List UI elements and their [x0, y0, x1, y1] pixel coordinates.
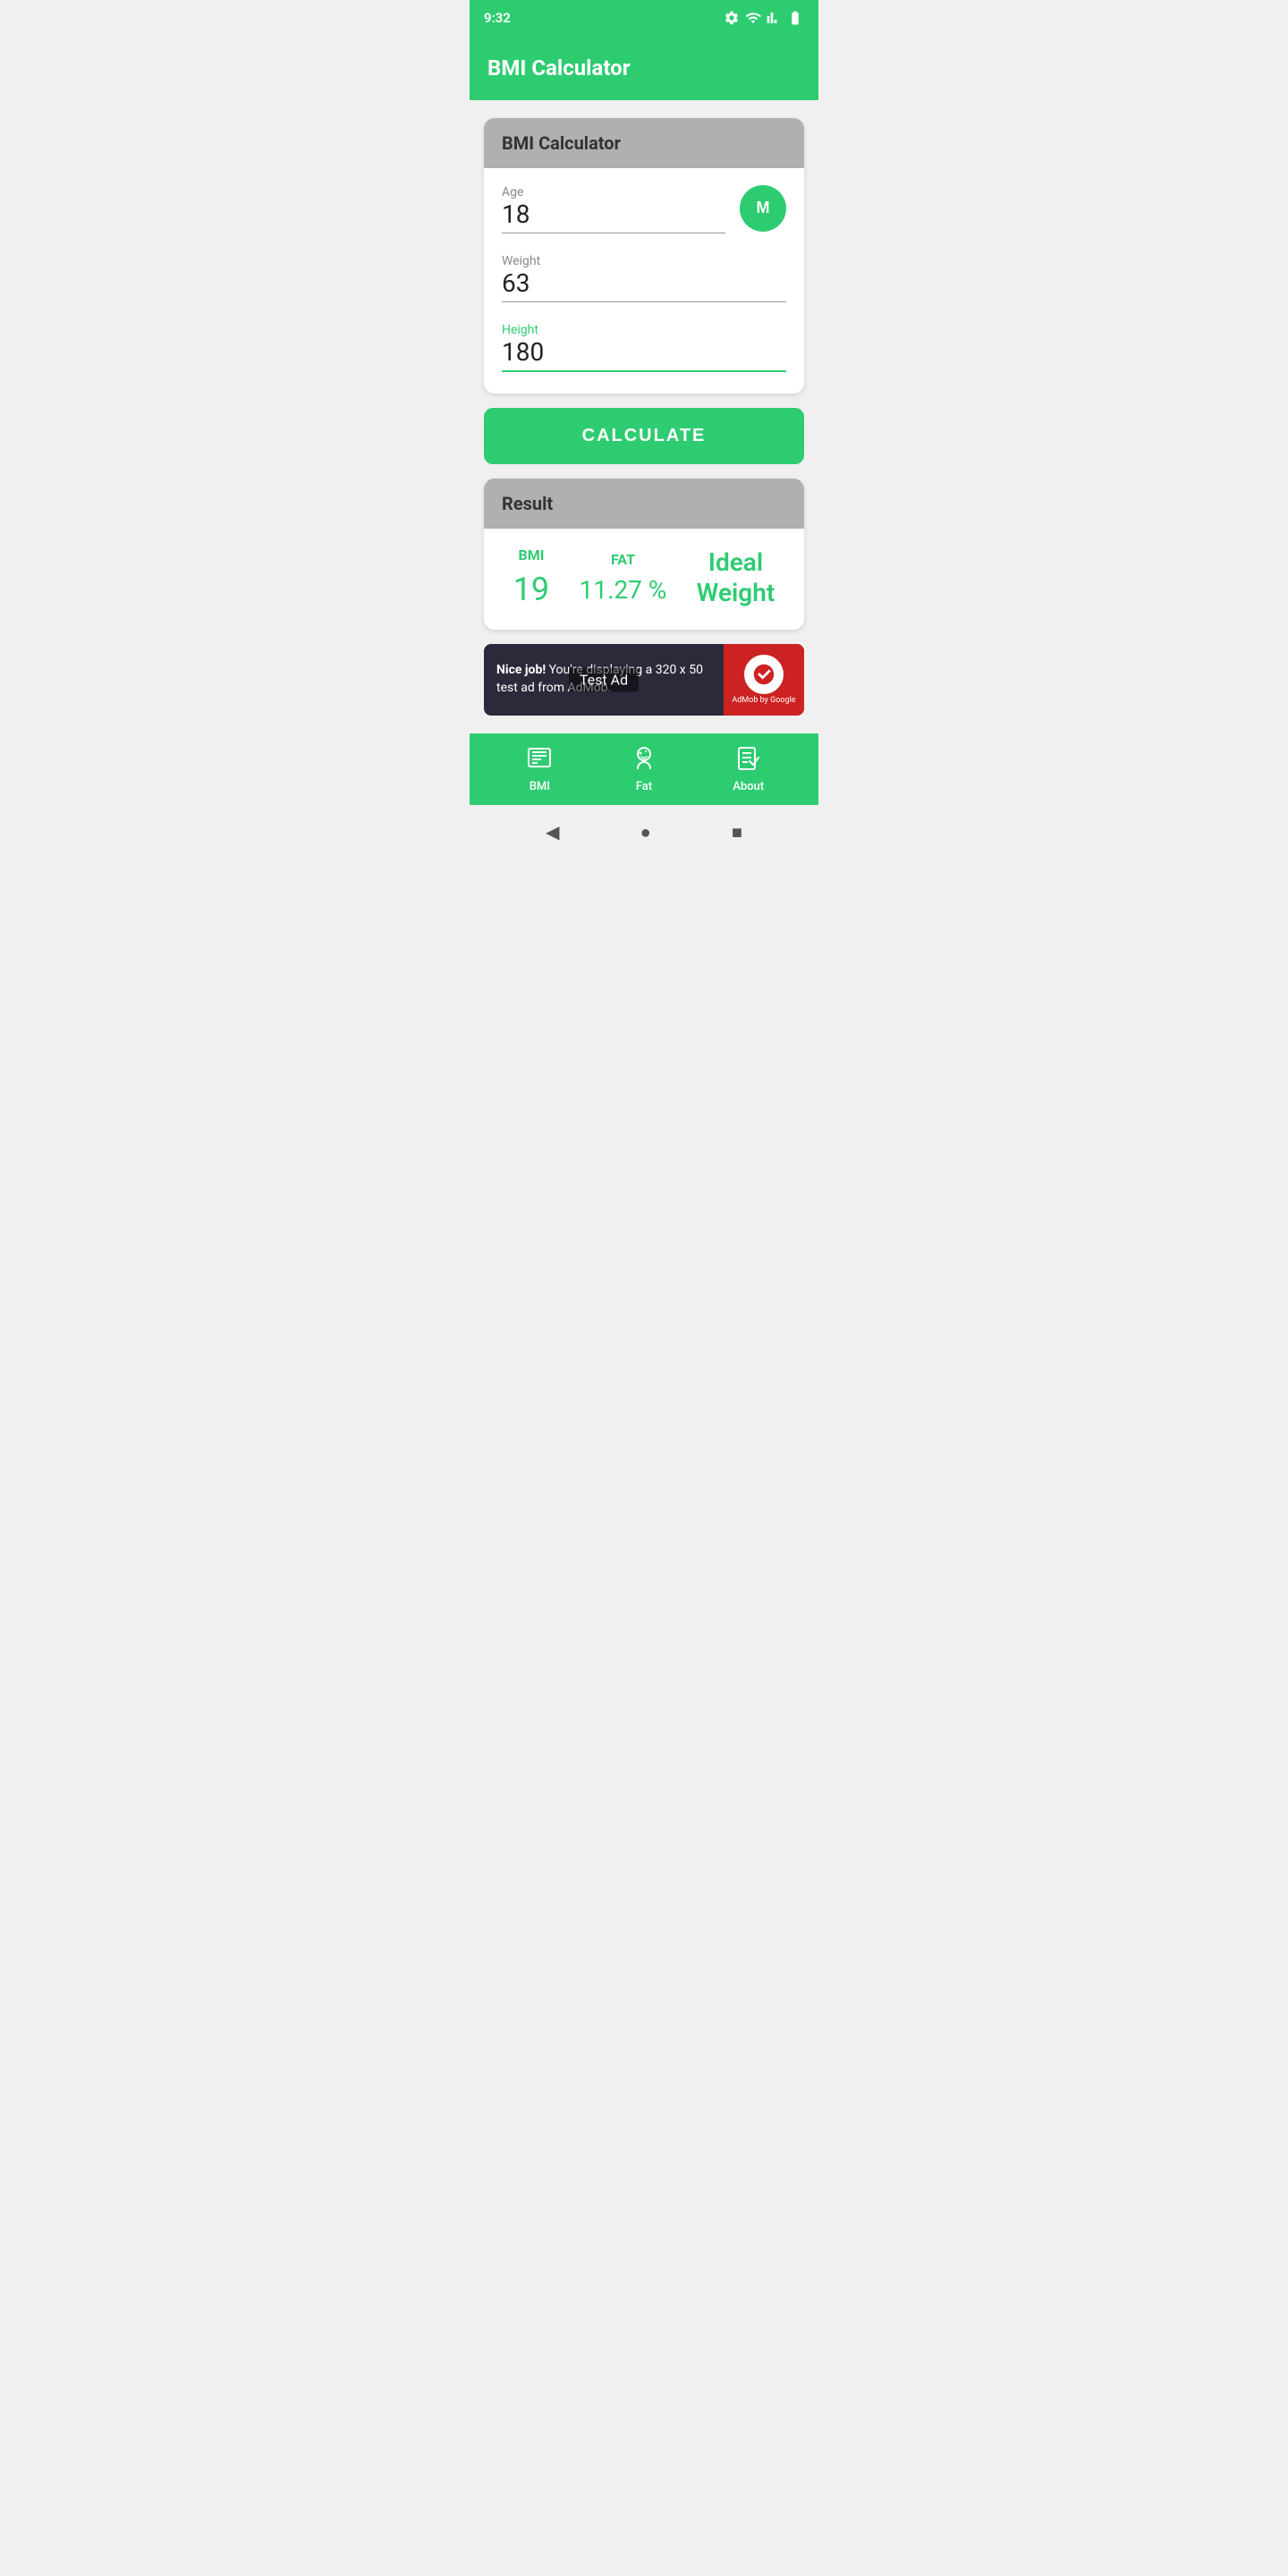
status-icons — [724, 10, 804, 26]
bmi-result-label: BMI — [518, 547, 544, 564]
age-field-row: Age 18 M — [502, 182, 786, 233]
battery-icon — [786, 10, 804, 26]
age-label: Age — [502, 185, 523, 199]
recent-button[interactable]: ■ — [732, 821, 742, 843]
calculate-button[interactable]: CALCULATE — [484, 408, 804, 464]
ad-badge: Test Ad — [569, 668, 639, 692]
gender-button[interactable]: M — [740, 185, 786, 232]
height-label: Height — [502, 323, 538, 337]
about-nav-label: About — [733, 780, 764, 793]
main-content: BMI Calculator Age 18 M Weight 63 — [470, 100, 818, 733]
fat-result-value: 11.27 % — [580, 575, 667, 605]
age-field-content: Age 18 — [502, 182, 725, 233]
age-value[interactable]: 18 — [502, 199, 725, 233]
signal-icon — [767, 10, 781, 26]
fat-nav-icon — [631, 745, 657, 776]
status-bar: 9:32 — [470, 0, 818, 36]
wifi-icon — [745, 10, 761, 26]
fat-nav-label: Fat — [636, 780, 652, 793]
status-time: 9:32 — [484, 10, 511, 26]
bmi-icon — [526, 745, 553, 772]
result-card-body: BMI 19 FAT 11.27 % IdealWeight — [484, 529, 804, 630]
result-card-title: Result — [502, 493, 553, 514]
result-card: Result BMI 19 FAT 11.27 % IdealWeight — [484, 479, 804, 630]
fat-icon — [631, 745, 657, 772]
bmi-result: BMI 19 — [513, 547, 549, 608]
ad-text-area: Test Ad Nice job! You're displaying a 32… — [484, 644, 724, 716]
settings-icon — [724, 10, 740, 26]
fat-result-label: FAT — [611, 551, 635, 568]
ad-nice-job: Nice job! — [496, 663, 546, 677]
app-bar: BMI Calculator — [470, 36, 818, 100]
weight-label: Weight — [502, 254, 540, 268]
bmi-nav-label: BMI — [530, 780, 550, 793]
ad-banner: Test Ad Nice job! You're displaying a 32… — [484, 644, 804, 716]
back-button[interactable]: ◀ — [546, 821, 559, 843]
weight-value[interactable]: 63 — [502, 268, 786, 302]
nav-item-bmi[interactable]: BMI — [487, 745, 592, 793]
home-button[interactable]: ● — [640, 821, 651, 843]
bmi-nav-icon — [526, 745, 553, 776]
admob-icon — [751, 662, 776, 687]
app-title: BMI Calculator — [487, 55, 631, 80]
bmi-calculator-card: BMI Calculator Age 18 M Weight 63 — [484, 118, 804, 394]
nav-item-fat[interactable]: Fat — [592, 745, 697, 793]
system-nav-bar: ◀ ● ■ — [470, 805, 818, 859]
ideal-result-label: IdealWeight — [697, 547, 775, 607]
calculator-card-body: Age 18 M Weight 63 Height 180 — [484, 168, 804, 394]
height-value[interactable]: 180 — [502, 337, 786, 372]
calculator-card-title: BMI Calculator — [502, 132, 621, 154]
ideal-result: IdealWeight — [697, 547, 775, 607]
fat-result: FAT 11.27 % — [580, 551, 667, 605]
age-field: Age 18 M — [502, 182, 786, 233]
height-field: Height 180 — [502, 320, 786, 372]
bmi-result-value: 19 — [513, 571, 549, 608]
calculator-card-header: BMI Calculator — [484, 118, 804, 168]
admob-circle — [744, 655, 784, 694]
admob-logo-area: AdMob by Google — [724, 644, 804, 716]
nav-item-about[interactable]: About — [696, 745, 801, 793]
bottom-nav: BMI Fat About — [470, 733, 818, 805]
weight-field: Weight 63 — [502, 251, 786, 302]
about-nav-icon — [735, 745, 762, 776]
about-icon — [735, 745, 762, 772]
admob-text: AdMob by Google — [732, 696, 795, 705]
result-card-header: Result — [484, 479, 804, 529]
